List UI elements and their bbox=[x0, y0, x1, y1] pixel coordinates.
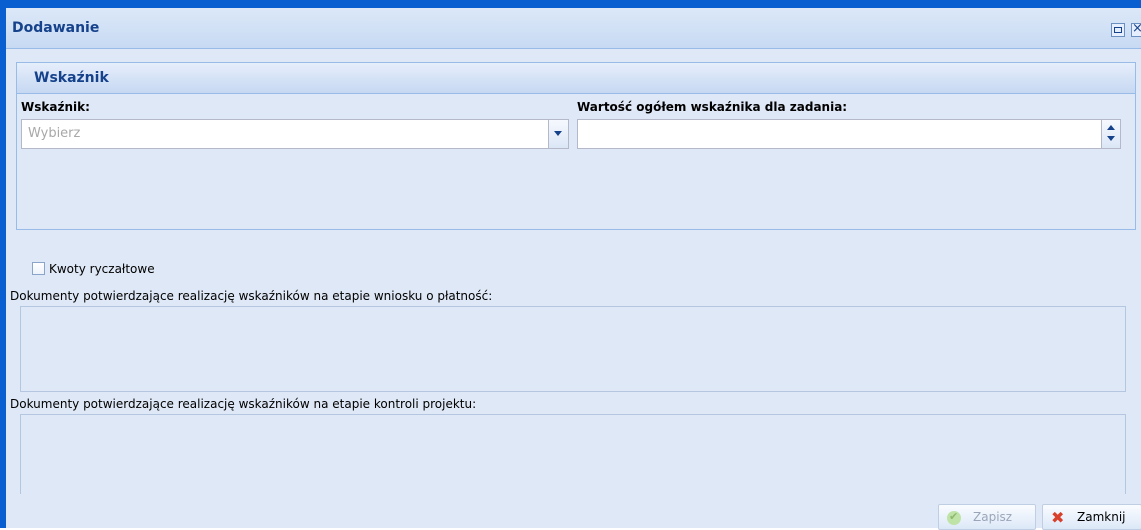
control-docs-label: Dokumenty potwierdzające realizację wska… bbox=[10, 397, 477, 411]
save-button-label: Zapisz bbox=[973, 510, 1013, 524]
dialog-body: Wskaźnik Wskaźnik: Wybierz Wartość ogółe… bbox=[6, 49, 1141, 530]
total-value-label: Wartość ogółem wskaźnika dla zadania: bbox=[577, 100, 848, 114]
dialog-footer: Zapisz Zamknij bbox=[12, 494, 1141, 530]
dialog-title: Dodawanie bbox=[12, 20, 100, 36]
lump-sum-checkbox[interactable] bbox=[32, 262, 45, 275]
maximize-icon[interactable] bbox=[1111, 23, 1125, 37]
lump-sum-label: Kwoty ryczałtowe bbox=[49, 262, 155, 276]
save-button[interactable]: Zapisz bbox=[938, 504, 1036, 530]
check-icon bbox=[947, 510, 961, 525]
fieldset-title: Wskaźnik bbox=[34, 70, 109, 86]
close-button-label: Zamknij bbox=[1077, 510, 1126, 524]
payment-docs-label: Dokumenty potwierdzające realizację wska… bbox=[10, 289, 493, 303]
spin-down-icon[interactable] bbox=[1107, 136, 1115, 141]
indicator-placeholder: Wybierz bbox=[28, 126, 81, 141]
payment-docs-textarea[interactable] bbox=[20, 306, 1126, 392]
indicator-fieldset: Wskaźnik Wskaźnik: Wybierz Wartość ogółe… bbox=[16, 62, 1136, 230]
spin-up-icon[interactable] bbox=[1107, 125, 1115, 130]
spinner[interactable] bbox=[1101, 120, 1120, 148]
fieldset-header: Wskaźnik bbox=[17, 63, 1135, 94]
indicator-label: Wskaźnik: bbox=[21, 100, 90, 114]
indicator-combo[interactable]: Wybierz bbox=[21, 119, 569, 149]
title-bar: Dodawanie bbox=[6, 8, 1141, 49]
close-button[interactable]: Zamknij bbox=[1042, 504, 1141, 530]
control-docs-textarea[interactable] bbox=[20, 414, 1126, 496]
chevron-down-icon[interactable] bbox=[548, 120, 568, 148]
close-icon[interactable] bbox=[1131, 21, 1141, 37]
cross-icon bbox=[1051, 508, 1065, 527]
dialog-window: Dodawanie Wskaźnik Wskaźnik: Wybierz War… bbox=[0, 0, 1141, 530]
total-value-input[interactable] bbox=[577, 119, 1121, 149]
